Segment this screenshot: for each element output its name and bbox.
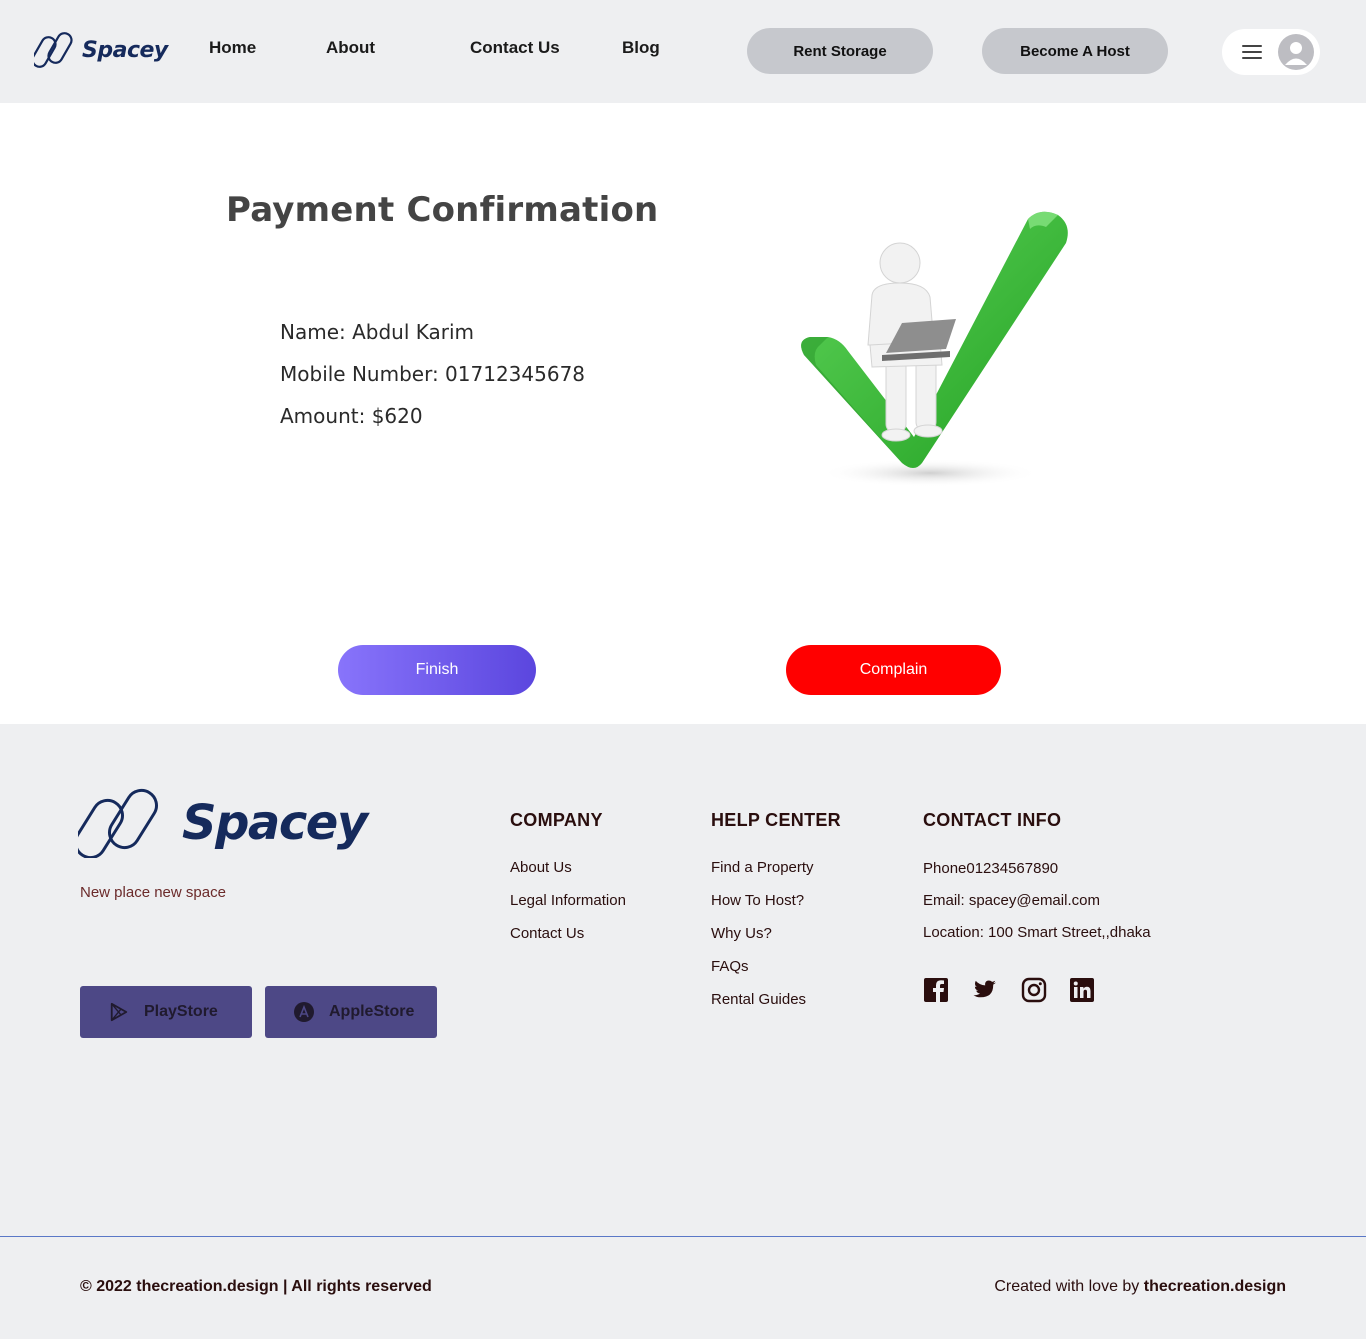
footer-link-contact-us[interactable]: Contact Us bbox=[510, 925, 584, 942]
brand-logo[interactable]: Spacey bbox=[34, 32, 168, 68]
footer-link-rental-guides[interactable]: Rental Guides bbox=[711, 991, 806, 1008]
nav-blog[interactable]: Blog bbox=[622, 38, 660, 58]
footer-link-why-us[interactable]: Why Us? bbox=[711, 925, 772, 942]
hamburger-menu-icon bbox=[1242, 45, 1262, 59]
playstore-button[interactable]: PlayStore bbox=[80, 986, 252, 1038]
instagram-icon[interactable] bbox=[1021, 977, 1047, 1003]
play-store-icon bbox=[108, 1001, 130, 1023]
brand-name: Spacey bbox=[82, 37, 168, 63]
logo-mark-icon bbox=[78, 788, 158, 858]
tagline: New place new space bbox=[80, 884, 226, 901]
complain-button[interactable]: Complain bbox=[786, 645, 1001, 695]
footer-link-find-property[interactable]: Find a Property bbox=[711, 859, 814, 876]
payer-name: Name: Abdul Karim bbox=[280, 320, 475, 344]
credit-text: Created with love by thecreation.design bbox=[994, 1278, 1286, 1296]
footer-link-how-to-host[interactable]: How To Host? bbox=[711, 892, 804, 909]
footer-brand-name: Spacey bbox=[182, 795, 368, 851]
footer-link-faqs[interactable]: FAQs bbox=[711, 958, 749, 975]
applestore-label: AppleStore bbox=[329, 1003, 415, 1020]
page-title: Payment Confirmation bbox=[226, 190, 659, 230]
avatar-icon bbox=[1278, 34, 1314, 70]
linkedin-icon[interactable] bbox=[1069, 977, 1095, 1003]
footer-link-legal-information[interactable]: Legal Information bbox=[510, 892, 626, 909]
applestore-button[interactable]: AppleStore bbox=[265, 986, 437, 1038]
payment-amount: Amount: $620 bbox=[280, 404, 423, 428]
finish-button[interactable]: Finish bbox=[338, 645, 536, 695]
rent-storage-button[interactable]: Rent Storage bbox=[747, 28, 933, 74]
logo-mark-icon bbox=[34, 32, 73, 68]
nav-about[interactable]: About bbox=[326, 38, 375, 58]
contact-phone: Phone01234567890 bbox=[923, 860, 1059, 877]
nav-home[interactable]: Home bbox=[209, 38, 256, 58]
contact-info-heading: CONTACT INFO bbox=[923, 810, 1062, 830]
footer-brand-logo[interactable]: Spacey bbox=[78, 788, 368, 858]
nav-contact-us[interactable]: Contact Us bbox=[470, 38, 560, 58]
copyright-text: © 2022 thecreation.design | All rights r… bbox=[80, 1278, 432, 1295]
contact-location: Location: 100 Smart Street,,dhaka bbox=[923, 924, 1151, 941]
footer-divider bbox=[0, 1236, 1366, 1237]
twitter-icon[interactable] bbox=[971, 977, 997, 1003]
footer-link-about-us[interactable]: About Us bbox=[510, 859, 572, 876]
contact-email: Email: spacey@email.com bbox=[923, 892, 1100, 909]
user-menu-button[interactable] bbox=[1222, 29, 1320, 75]
company-heading: COMPANY bbox=[510, 810, 603, 830]
top-navbar: Spacey Home About Contact Us Blog Rent S… bbox=[0, 0, 1366, 103]
help-center-heading: HELP CENTER bbox=[711, 810, 841, 830]
site-footer: Spacey New place new space PlayStore App… bbox=[0, 724, 1366, 1339]
become-host-button[interactable]: Become A Host bbox=[982, 28, 1168, 74]
app-store-icon bbox=[293, 1001, 315, 1023]
payer-mobile: Mobile Number: 01712345678 bbox=[280, 362, 586, 386]
playstore-label: PlayStore bbox=[144, 1003, 218, 1020]
credit-prefix: Created with love by bbox=[994, 1278, 1144, 1295]
confirmation-checkmark-illustration bbox=[801, 211, 1068, 487]
facebook-icon[interactable] bbox=[923, 977, 949, 1003]
credit-link[interactable]: thecreation.design bbox=[1144, 1278, 1286, 1295]
